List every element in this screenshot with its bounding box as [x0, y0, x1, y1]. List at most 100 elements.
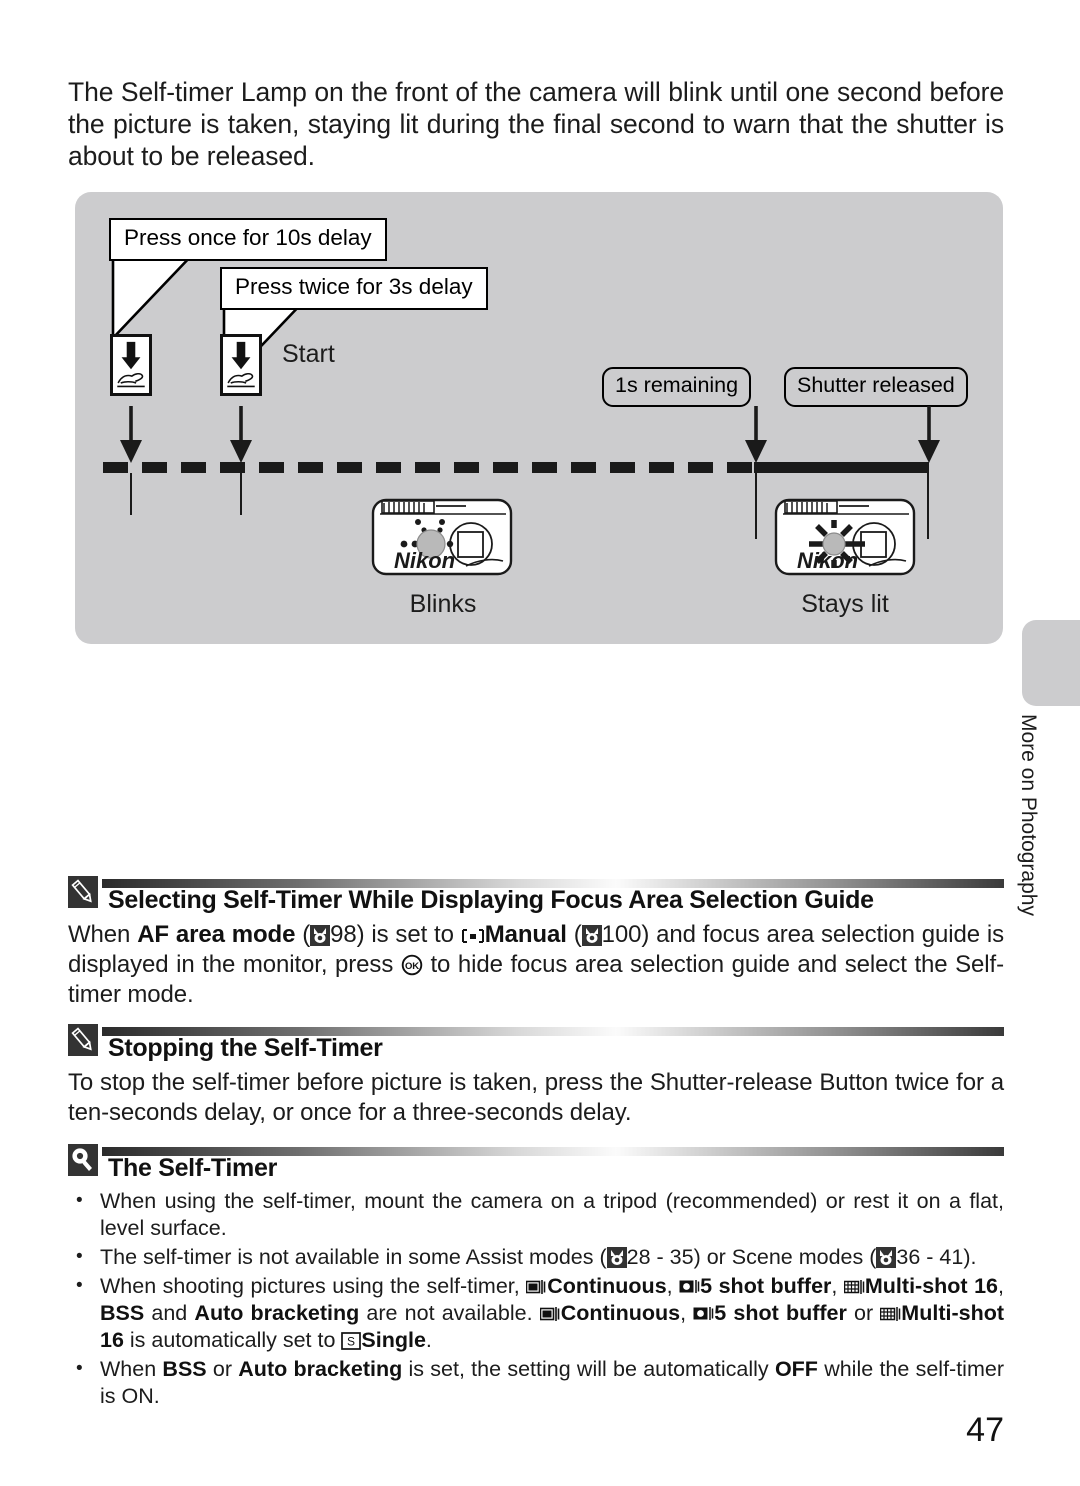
bold-term: 5 shot buffer	[714, 1301, 847, 1325]
camera-caption-stays-lit: Stays lit	[801, 590, 889, 618]
pill-shutter-released: Shutter released	[784, 367, 968, 407]
text-run: or	[206, 1357, 239, 1381]
text-run: (	[295, 921, 311, 948]
bold-term: Manual	[484, 921, 567, 948]
intro-paragraph: The Self-timer Lamp on the front of the …	[68, 77, 1004, 171]
timeline-arrow-3	[743, 406, 769, 464]
page-reference-icon	[876, 1247, 897, 1268]
text-run: ,	[998, 1274, 1004, 1298]
note-header: Stopping the Self-Timer	[68, 1024, 1004, 1062]
svg-text:S: S	[347, 1335, 355, 1349]
text-run: When	[68, 921, 138, 948]
start-label: Start	[282, 340, 335, 368]
text-run: is automatically set to	[123, 1328, 342, 1352]
single-mode-icon: S	[341, 1331, 362, 1351]
text-run: When using the self-timer, mount the cam…	[100, 1189, 1004, 1240]
camera-illustration-stays-lit: Nikon	[773, 492, 918, 580]
timeline-arrow-1	[118, 406, 144, 464]
camera-illustration-blinks: Nikon	[370, 492, 515, 580]
shutter-press-icon-1	[110, 334, 152, 396]
svg-text:Nikon: Nikon	[797, 548, 858, 573]
timeline-tick-3	[755, 473, 757, 539]
svg-text:OK: OK	[405, 961, 419, 972]
camera-caption-blinks: Blinks	[409, 590, 477, 618]
bold-term: Continuous	[547, 1274, 667, 1298]
note-selecting-self-timer: Selecting Self-Timer While Displaying Fo…	[68, 876, 1004, 1010]
text-run: The self-timer is not available in some …	[100, 1245, 607, 1269]
bold-term: BSS	[162, 1357, 207, 1381]
note-header: Selecting Self-Timer While Displaying Fo…	[68, 876, 1004, 914]
multi-shot-16-icon	[880, 1304, 901, 1323]
shutter-press-icon-2	[220, 334, 262, 396]
text-run: (	[566, 921, 582, 948]
self-timer-bullet-list: When using the self-timer, mount the cam…	[68, 1187, 1004, 1410]
text-run: ).	[963, 1245, 977, 1269]
bold-term: OFF	[774, 1357, 818, 1381]
continuous-mode-icon	[539, 1304, 561, 1323]
callout-press-twice-label: Press twice for 3s delay	[235, 274, 473, 299]
page-reference-icon	[581, 925, 602, 946]
tip-bulb-icon	[68, 1144, 98, 1176]
chapter-tab-block	[1022, 620, 1080, 706]
timeline-tick-2	[240, 473, 242, 515]
callout-press-twice: Press twice for 3s delay	[220, 267, 488, 310]
note-body: When AF area mode (98) is set to Manual …	[68, 920, 1004, 1010]
callout-press-once-label: Press once for 10s delay	[124, 225, 372, 250]
bold-term: BSS	[100, 1301, 145, 1325]
page-reference-icon	[606, 1247, 627, 1268]
callout-press-once: Press once for 10s delay	[109, 218, 387, 261]
note-the-self-timer: The Self-Timer When using the self-timer…	[68, 1144, 1004, 1412]
bold-term: Auto bracketing	[238, 1357, 403, 1381]
page-reference-number: 98	[330, 921, 357, 948]
svg-text:Nikon: Nikon	[394, 548, 455, 573]
text-run: ) is set to	[356, 921, 461, 948]
bold-term: AF area mode	[137, 921, 296, 948]
multi-shot-16-icon	[843, 1277, 865, 1296]
five-shot-buffer-icon	[679, 1277, 700, 1296]
text-run: ,	[831, 1274, 844, 1298]
timeline-tick-4	[927, 473, 929, 539]
self-timer-timeline-diagram: Press once for 10s delay Press twice for…	[75, 192, 1003, 644]
timeline-arrow-4	[916, 406, 942, 464]
note-header: The Self-Timer	[68, 1144, 1004, 1182]
text-run: are not available.	[359, 1301, 540, 1325]
list-item: When using the self-timer, mount the cam…	[68, 1187, 1004, 1242]
pencil-icon	[68, 876, 98, 908]
timeline-tick-1	[130, 473, 132, 515]
bold-term: Multi-shot 16	[864, 1274, 999, 1298]
bold-term: Continuous	[560, 1301, 681, 1325]
text-run: .	[425, 1328, 432, 1352]
text-run: When shooting pictures using the self-ti…	[100, 1274, 527, 1298]
list-item: When BSS or Auto bracketing is set, the …	[68, 1355, 1004, 1410]
text-run: When	[100, 1357, 163, 1381]
text-run: ) or Scene modes (	[693, 1245, 877, 1269]
timeline-dashed-segment	[103, 462, 754, 473]
text-run: or	[846, 1301, 881, 1325]
page-reference-number: 100	[601, 921, 642, 948]
pill-1s-remaining-label: 1s remaining	[615, 373, 739, 397]
note-title: The Self-Timer	[108, 1154, 277, 1182]
timeline-solid-segment	[754, 462, 929, 473]
pill-shutter-released-label: Shutter released	[797, 373, 955, 397]
bold-term: 5 shot buffer	[700, 1274, 832, 1298]
text-run: is set, the setting will be automaticall…	[402, 1357, 775, 1381]
bold-term: Auto bracketing	[194, 1301, 360, 1325]
list-item: The self-timer is not available in some …	[68, 1243, 1004, 1271]
chapter-tab-label: More on Photography	[1017, 714, 1040, 916]
note-title: Stopping the Self-Timer	[108, 1034, 383, 1062]
timeline-arrow-2	[228, 406, 254, 464]
text-run: and	[144, 1301, 195, 1325]
page-reference-number: 36 - 41	[896, 1245, 964, 1269]
page-number: 47	[966, 1411, 1004, 1449]
note-stopping-self-timer: Stopping the Self-Timer To stop the self…	[68, 1024, 1004, 1128]
text-run: ,	[666, 1274, 680, 1298]
page-reference-number: 28 - 35	[626, 1245, 694, 1269]
pill-1s-remaining: 1s remaining	[602, 367, 752, 407]
text-run: ,	[680, 1301, 694, 1325]
manual-af-area-icon	[461, 928, 485, 944]
note-title: Selecting Self-Timer While Displaying Fo…	[108, 886, 874, 914]
note-body: To stop the self-timer before picture is…	[68, 1069, 1004, 1126]
bold-term: Single	[361, 1328, 426, 1352]
five-shot-buffer-icon	[693, 1304, 714, 1323]
list-item: When shooting pictures using the self-ti…	[68, 1272, 1004, 1354]
